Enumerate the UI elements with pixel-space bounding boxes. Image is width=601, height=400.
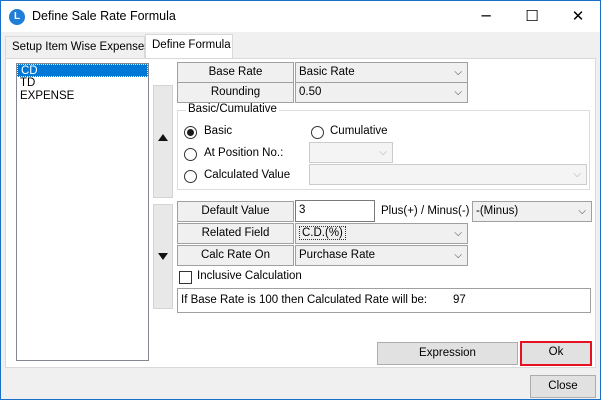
chevron-down-icon[interactable]: ⌵ (454, 83, 462, 102)
expense-list[interactable]: CD TD EXPENSE (16, 63, 149, 361)
base-rate-label: Base Rate (177, 62, 294, 83)
chevron-down-icon[interactable]: ⌵ (573, 165, 581, 184)
rounding-label: Rounding (177, 82, 294, 103)
cumulative-radio-label: Cumulative (330, 125, 388, 137)
move-down-arrow-icon[interactable] (158, 253, 168, 260)
move-up-arrow-icon[interactable] (158, 134, 168, 141)
close-button[interactable]: Close (530, 375, 596, 398)
related-field-label: Related Field (177, 223, 294, 244)
close-window-button[interactable]: ✕ (555, 1, 601, 32)
at-position-radio[interactable] (184, 148, 197, 161)
calculated-value-radio-label: Calculated Value (204, 169, 291, 181)
rounding-value: 0.50 (299, 86, 322, 98)
tab-define-formula[interactable]: Define Formula (145, 34, 233, 58)
chevron-down-icon[interactable]: ⌵ (454, 63, 462, 82)
move-down-bar[interactable] (153, 204, 173, 309)
define-formula-panel: CD TD EXPENSE Base Rate Basic Rate ⌵ Rou… (5, 58, 596, 368)
at-position-radio-label: At Position No.: (204, 147, 284, 159)
basic-radio[interactable] (184, 126, 197, 139)
basic-cumulative-group: Basic/Cumulative Basic Cumulative At Pos… (177, 103, 590, 190)
inclusive-calculation-label: Inclusive Calculation (197, 270, 302, 282)
chevron-down-icon[interactable]: ⌵ (454, 224, 462, 243)
calc-rate-on-value: Purchase Rate (299, 249, 376, 261)
plus-minus-value: -(Minus) (476, 205, 519, 217)
dialog-window: L Define Sale Rate Formula ─ ☐ ✕ Setup I… (0, 0, 601, 400)
move-up-bar[interactable] (153, 85, 173, 198)
related-field-select[interactable]: C.D.(%) ⌵ (295, 223, 468, 244)
calc-rate-on-label: Calc Rate On (177, 245, 294, 266)
plus-minus-label: Plus(+) / Minus(-) (381, 205, 470, 217)
calc-rate-on-select[interactable]: Purchase Rate ⌵ (295, 245, 468, 266)
basic-radio-label: Basic (204, 125, 233, 137)
chevron-down-icon[interactable]: ⌵ (454, 246, 462, 265)
calculated-value-select[interactable]: ⌵ (309, 164, 587, 185)
base-rate-select[interactable]: Basic Rate ⌵ (295, 62, 468, 83)
chevron-down-icon[interactable]: ⌵ (578, 202, 586, 221)
ok-button[interactable]: Ok (520, 341, 592, 366)
group-title: Basic/Cumulative (186, 103, 279, 115)
base-rate-value: Basic Rate (299, 66, 355, 78)
list-item[interactable]: CD (17, 64, 148, 77)
result-info-text: If Base Rate is 100 then Calculated Rate… (181, 294, 428, 306)
result-info-box: If Base Rate is 100 then Calculated Rate… (177, 288, 591, 313)
list-item[interactable]: TD (17, 77, 148, 90)
default-value-input[interactable]: 3 (295, 200, 375, 222)
app-icon: L (9, 9, 25, 25)
chevron-down-icon[interactable]: ⌵ (379, 143, 387, 162)
title-bar: L Define Sale Rate Formula ─ ☐ ✕ (1, 1, 600, 32)
tab-setup-item-wise-expenses[interactable]: Setup Item Wise Expenses (5, 36, 150, 58)
plus-minus-select[interactable]: -(Minus) ⌵ (472, 201, 592, 222)
window-title: Define Sale Rate Formula (32, 9, 176, 23)
rounding-select[interactable]: 0.50 ⌵ (295, 82, 468, 103)
position-number-select[interactable]: ⌵ (309, 142, 393, 163)
inclusive-calculation-checkbox[interactable] (179, 271, 192, 284)
minimize-button[interactable]: ─ (463, 1, 509, 32)
related-field-value: C.D.(%) (299, 226, 346, 240)
calculated-value-radio[interactable] (184, 170, 197, 183)
cumulative-radio[interactable] (311, 126, 324, 139)
result-info-value: 97 (453, 294, 466, 306)
expression-button[interactable]: Expression (377, 342, 518, 365)
maximize-button[interactable]: ☐ (509, 1, 555, 32)
default-value-label: Default Value (177, 201, 294, 222)
list-item[interactable]: EXPENSE (17, 90, 148, 103)
